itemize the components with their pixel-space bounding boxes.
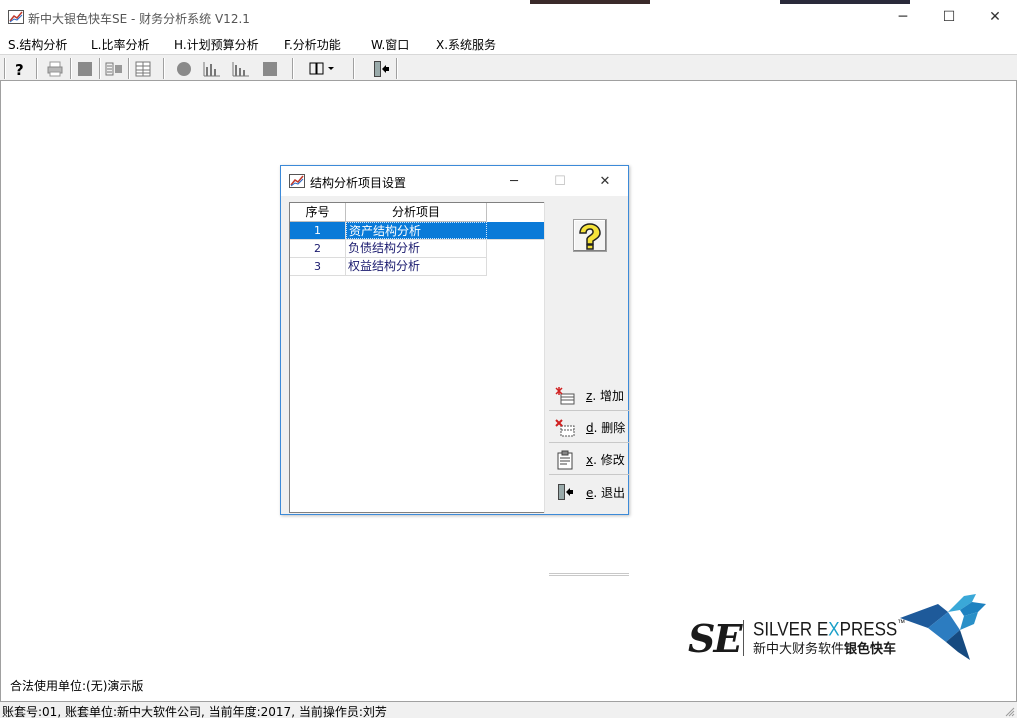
toolbar-square-button[interactable] (259, 58, 281, 79)
table-row[interactable]: 1 资产结构分析 (290, 222, 544, 240)
svg-text:?: ? (15, 61, 24, 77)
edit-clipboard-icon (554, 450, 576, 470)
logo-se-mark: SE (688, 616, 742, 661)
edit-button-label: x. 修改 (586, 453, 625, 467)
add-button[interactable]: z. 增加 (549, 381, 629, 411)
toolbar-print-button[interactable] (44, 58, 66, 79)
dialog-help-button[interactable] (573, 219, 607, 252)
license-note: 合法使用单位:(无)演示版 (10, 679, 144, 693)
row-number: 2 (290, 240, 346, 257)
toolbar-separator (70, 58, 72, 79)
app-chart-icon (8, 10, 24, 24)
toolbar-help-button[interactable]: ? (9, 58, 31, 79)
toolbar-separator (99, 58, 101, 79)
table-row[interactable]: 2 负债结构分析 (290, 240, 487, 258)
delete-row-icon (554, 418, 576, 438)
exit-door-icon (554, 482, 576, 502)
unused (549, 544, 629, 574)
logo-chinese-name: 新中大财务软件银色快车 (753, 642, 897, 657)
grid-body: 1 资产结构分析 2 负债结构分析 3 权益结构分析 (290, 222, 545, 276)
status-bar: 账套号:01, 账套单位:新中大软件公司, 当前年度:2017, 当前操作员:刘… (0, 701, 1017, 718)
toolbar-separator (36, 58, 38, 79)
toolbar-separator (292, 58, 294, 79)
menu-analysis-functions[interactable]: F.分析功能 (284, 36, 341, 53)
menu-structure-analysis[interactable]: S.结构分析 (8, 36, 67, 53)
dialog-chart-icon (289, 174, 305, 188)
columns-dropdown-icon (309, 62, 334, 74)
row-item[interactable]: 资产结构分析 (346, 222, 487, 239)
logo-bird-icon (900, 594, 986, 660)
grid-header: 序号 分析项目 (290, 203, 487, 222)
minimize-button[interactable]: ─ (880, 0, 926, 34)
analysis-items-grid[interactable]: 序号 分析项目 1 资产结构分析 2 负债结构分析 3 权益结构分析 (289, 202, 544, 513)
title-bar[interactable]: 新中大银色快车SE - 财务分析系统 V12.1 ─ ☐ ✕ (0, 0, 1017, 34)
maximize-icon: ☐ (554, 173, 566, 189)
close-icon: ✕ (599, 173, 611, 189)
maximize-button[interactable]: ☐ (926, 0, 972, 34)
toolbar-separator (353, 58, 355, 79)
app-window: 新中大银色快车SE - 财务分析系统 V12.1 ─ ☐ ✕ S.结构分析 L.… (0, 0, 1017, 718)
toolbar-bar-chart-alt-button[interactable] (230, 58, 252, 79)
silver-express-logo: SE SILVER EXPRESS™ 新中大财务软件银色快车 (688, 590, 988, 665)
table-icon (135, 61, 151, 76)
bar-chart-icon (203, 61, 220, 76)
toolbar: ? (0, 54, 1017, 81)
menu-window[interactable]: W.窗口 (371, 36, 409, 53)
exit-icon (374, 60, 389, 77)
resize-grip-icon[interactable] (1003, 705, 1015, 717)
maximize-icon: ☐ (942, 9, 956, 25)
add-button-label: z. 增加 (586, 389, 624, 403)
menu-ratio-analysis[interactable]: L.比率分析 (91, 36, 150, 53)
circle-icon (177, 61, 191, 76)
structure-analysis-settings-dialog: 结构分析项目设置 ─ ☐ ✕ 序号 分析项目 1 资产结构分析 2 负债结构分析 (280, 165, 629, 576)
help-icon: ? (15, 61, 24, 77)
row-number: 1 (290, 222, 346, 239)
toolbar-export-button[interactable] (103, 58, 125, 79)
delete-button-label: d. 删除 (586, 421, 626, 435)
delete-button[interactable]: d. 删除 (549, 413, 629, 443)
export-icon (105, 62, 122, 75)
exit-button[interactable]: e. 退出 (549, 477, 629, 507)
row-item[interactable]: 负债结构分析 (346, 240, 487, 257)
dialog-maximize-button: ☐ (537, 166, 583, 196)
status-text: 账套号:01, 账套单位:新中大软件公司, 当前年度:2017, 当前操作员:刘… (2, 705, 387, 718)
toolbar-bar-chart-button[interactable] (201, 58, 223, 79)
stop-icon (78, 61, 92, 76)
logo-divider (743, 620, 744, 656)
exit-button-label: e. 退出 (586, 485, 626, 500)
toolbar-circle-button[interactable] (173, 58, 195, 79)
toolbar-separator (4, 58, 6, 79)
toolbar-stop-button[interactable] (74, 58, 96, 79)
toolbar-separator (128, 58, 130, 79)
background-window-strip (530, 0, 910, 4)
toolbar-exit-button[interactable] (370, 58, 392, 79)
bar-chart-alt-icon (232, 61, 249, 76)
close-icon: ✕ (989, 9, 1001, 25)
window-title: 新中大银色快车SE - 财务分析系统 V12.1 (28, 12, 250, 26)
minimize-icon: ─ (510, 173, 518, 189)
minimize-icon: ─ (898, 9, 908, 25)
toolbar-separator (163, 58, 165, 79)
menu-system-services[interactable]: X.系统服务 (436, 36, 496, 53)
square-icon (263, 61, 277, 76)
edit-button[interactable]: x. 修改 (549, 445, 629, 475)
column-header-item[interactable]: 分析项目 (346, 203, 487, 222)
table-row[interactable]: 3 权益结构分析 (290, 258, 487, 276)
row-item[interactable]: 权益结构分析 (346, 258, 487, 275)
column-header-no[interactable]: 序号 (290, 203, 346, 222)
dialog-title: 结构分析项目设置 (310, 176, 407, 190)
dialog-title-bar[interactable]: 结构分析项目设置 ─ ☐ ✕ (281, 166, 628, 196)
menu-bar: S.结构分析 L.比率分析 H.计划预算分析 F.分析功能 W.窗口 X.系统服… (0, 34, 1017, 54)
close-button[interactable]: ✕ (972, 0, 1017, 34)
help-icon (579, 222, 601, 250)
row-number: 3 (290, 258, 346, 275)
dialog-close-button[interactable]: ✕ (582, 166, 628, 196)
toolbar-separator (396, 58, 398, 79)
toolbar-columns-dropdown-button[interactable] (308, 58, 338, 79)
print-icon (47, 61, 63, 76)
toolbar-table-button[interactable] (132, 58, 154, 79)
dialog-minimize-button[interactable]: ─ (491, 166, 537, 196)
menu-budget-analysis[interactable]: H.计划预算分析 (174, 36, 259, 53)
add-row-icon (554, 386, 576, 406)
